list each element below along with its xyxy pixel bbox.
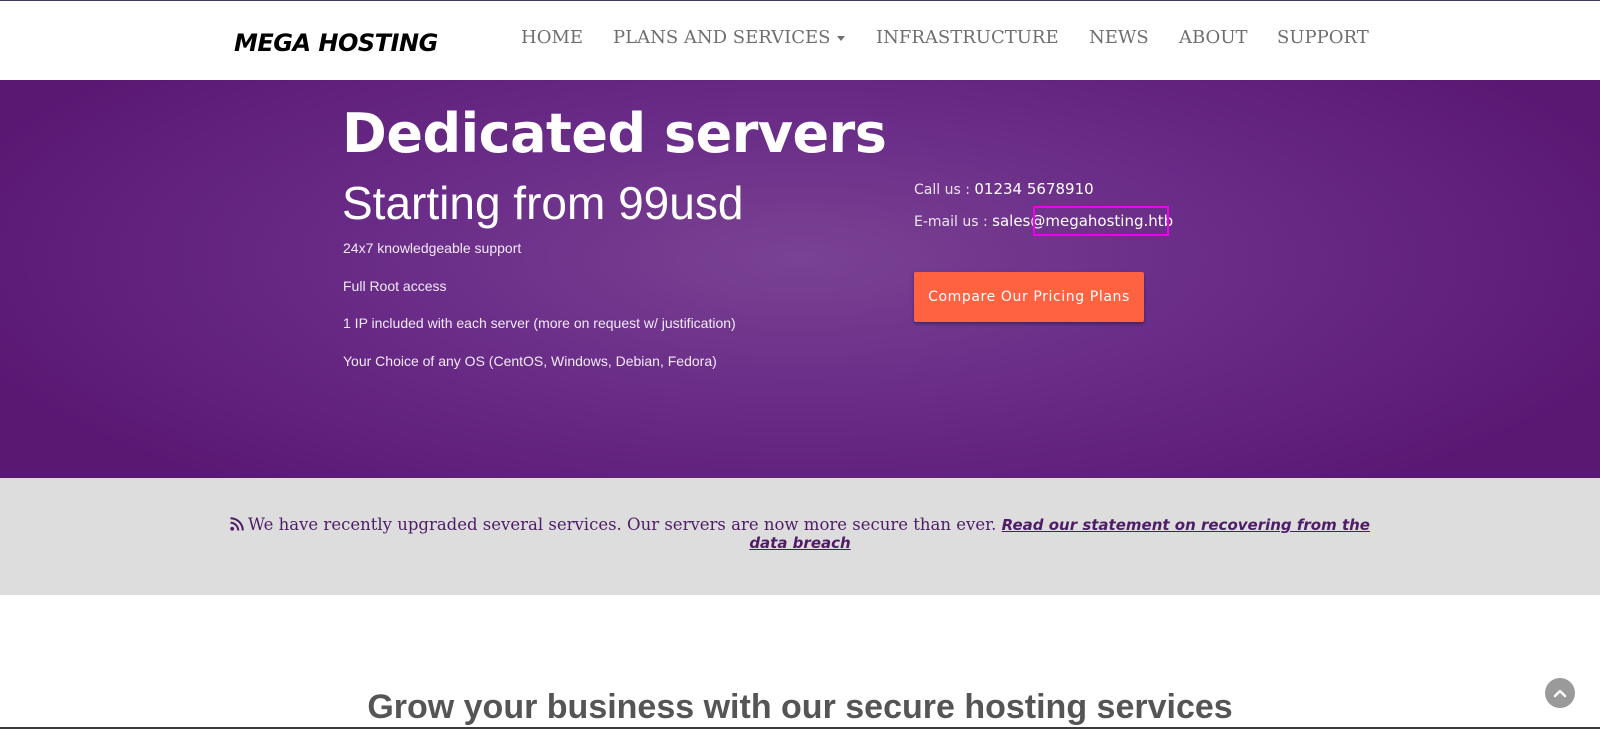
feature-list: 24x7 knowledgeable support Full Root acc… bbox=[343, 240, 803, 390]
compare-pricing-button[interactable]: Compare Our Pricing Plans bbox=[914, 272, 1144, 322]
nav-news-link[interactable]: NEWS bbox=[1089, 27, 1149, 48]
nav-plans-dropdown[interactable]: PLANS AND SERVICES bbox=[613, 27, 845, 48]
phone-number: 01234 5678910 bbox=[974, 180, 1094, 198]
email-address[interactable]: sales@megahosting.htb bbox=[992, 212, 1173, 230]
feature-item: Your Choice of any OS (CentOS, Windows, … bbox=[343, 352, 717, 369]
contact-info: Call us : 01234 5678910 E-mail us : sale… bbox=[914, 180, 1173, 244]
nav-plans-label: PLANS AND SERVICES bbox=[613, 27, 831, 48]
hero-title: Dedicated servers bbox=[342, 102, 887, 165]
email-label: E-mail us : bbox=[914, 214, 988, 230]
phone-label: Call us : bbox=[914, 182, 970, 198]
caret-down-icon bbox=[836, 35, 845, 41]
phone-row: Call us : 01234 5678910 bbox=[914, 180, 1173, 212]
nav-home-link[interactable]: HOME bbox=[521, 27, 583, 48]
section-heading: Grow your business with our secure hosti… bbox=[367, 688, 1233, 726]
rss-icon bbox=[230, 517, 244, 531]
feature-item: Full Root access bbox=[343, 277, 447, 294]
hero-banner: Dedicated servers Starting from 99usd 24… bbox=[0, 80, 1600, 478]
nav-support-link[interactable]: SUPPORT bbox=[1277, 27, 1369, 48]
nav-infrastructure-link[interactable]: INFRASTRUCTURE bbox=[876, 27, 1059, 48]
hero-subtitle: Starting from 99usd bbox=[342, 177, 744, 229]
nav-about-link[interactable]: ABOUT bbox=[1179, 27, 1248, 48]
chevron-up-icon bbox=[1553, 689, 1567, 698]
notice-message: We have recently upgraded several servic… bbox=[230, 516, 1370, 552]
feature-item: 24x7 knowledgeable support bbox=[343, 240, 522, 256]
notice-text: We have recently upgraded several servic… bbox=[248, 515, 997, 534]
site-logo[interactable]: MEGA HOSTING bbox=[234, 29, 438, 57]
top-navbar: MEGA HOSTING HOME PLANS AND SERVICES INF… bbox=[0, 0, 1600, 80]
notice-bar: We have recently upgraded several servic… bbox=[0, 478, 1600, 595]
feature-item: 1 IP included with each server (more on … bbox=[343, 315, 736, 331]
scroll-to-top-button[interactable] bbox=[1545, 678, 1575, 708]
email-row: E-mail us : sales@megahosting.htb bbox=[914, 212, 1173, 244]
